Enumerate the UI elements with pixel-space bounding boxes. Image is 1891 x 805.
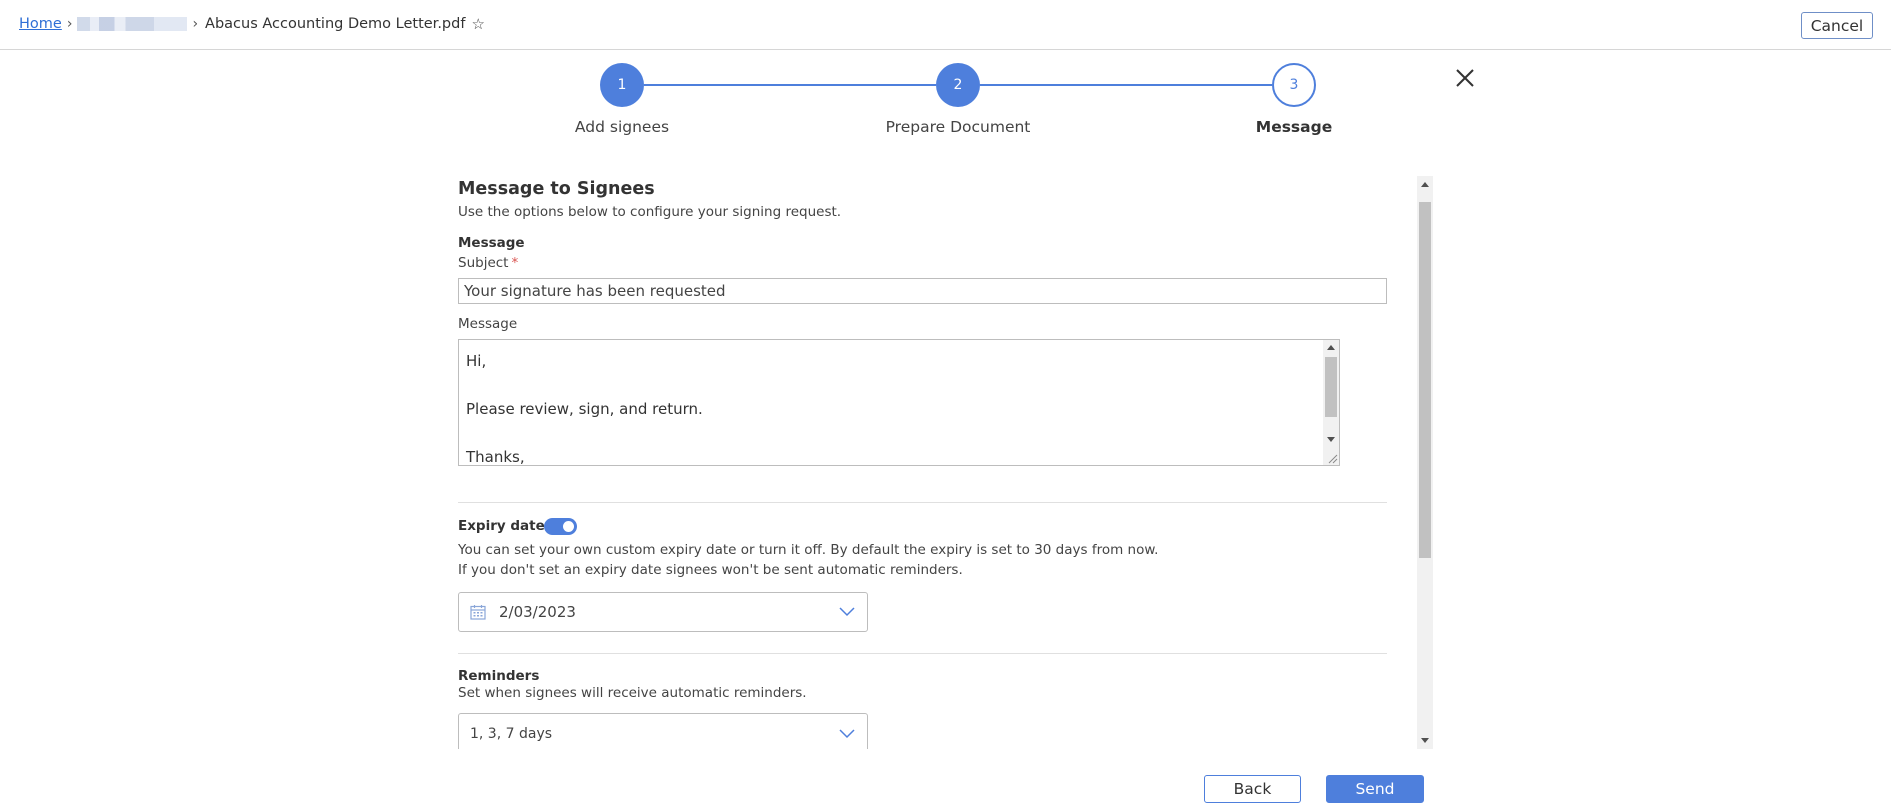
page-title: Message to Signees [458,179,655,199]
message-text: Hi, Please review, sign, and return. Tha… [466,349,703,466]
step-1-circle[interactable]: 1 [600,63,644,107]
chevron-down-icon [839,607,855,617]
scroll-up-icon[interactable] [1327,345,1335,350]
message-scrollbar[interactable] [1323,340,1339,465]
divider [458,653,1387,654]
subject-label-text: Subject [458,255,509,271]
panel-scroll-thumb[interactable] [1419,202,1431,558]
panel-scrollbar[interactable] [1417,176,1433,749]
message-line: Thanks, [466,448,525,466]
top-bar: Home › › Abacus Accounting Demo Letter.p… [0,0,1891,50]
message-label: Message [458,316,518,332]
page-subtitle: Use the options below to configure your … [458,204,842,220]
required-marker: * [511,255,519,271]
step-3-circle[interactable]: 3 [1272,63,1316,107]
divider [458,502,1387,503]
message-scroll-thumb[interactable] [1325,357,1337,417]
message-panel: Message to Signees Use the options below… [458,176,1434,749]
message-textarea[interactable]: Hi, Please review, sign, and return. Tha… [458,339,1340,466]
message-line [466,373,703,397]
reminders-label: Reminders [458,668,540,684]
star-icon[interactable]: ☆ [471,15,484,33]
step-2-circle[interactable]: 2 [936,63,980,107]
breadcrumb-home-link[interactable]: Home [19,16,62,32]
expiry-help-line-1: You can set your own custom expiry date … [458,542,1159,558]
cancel-button[interactable]: Cancel [1801,12,1873,39]
chevron-right-icon: › [192,16,199,32]
step-connector [980,84,1272,86]
expiry-date-picker[interactable]: 2/03/2023 [458,592,868,632]
step-3-label: Message [1255,118,1333,136]
message-section-label: Message [458,235,525,251]
step-2-label: Prepare Document [885,118,1031,136]
send-button[interactable]: Send [1326,775,1424,803]
expiry-date-label: Expiry date [458,518,545,534]
step-connector [644,84,936,86]
step-1-label: Add signees [574,118,670,136]
close-icon[interactable] [1454,67,1476,89]
expiry-toggle[interactable] [544,518,577,535]
message-line [466,421,703,445]
message-line: Please review, sign, and return. [466,400,703,418]
reminders-help: Set when signees will receive automatic … [458,685,807,701]
calendar-icon [470,605,486,620]
reminders-select[interactable]: 1, 3, 7 days [458,713,868,749]
chevron-down-icon [839,729,855,739]
toggle-knob [563,521,574,532]
resize-grip-icon[interactable] [1326,452,1338,464]
breadcrumb-folder-redacted[interactable] [77,17,188,31]
reminders-value: 1, 3, 7 days [470,726,553,742]
subject-label: Subject * [458,255,518,271]
scroll-up-icon[interactable] [1421,182,1429,187]
breadcrumb: Home › › Abacus Accounting Demo Letter.p… [19,15,485,33]
message-line: Hi, [466,352,487,370]
breadcrumb-file-name: Abacus Accounting Demo Letter.pdf [205,16,466,32]
subject-input[interactable]: Your signature has been requested [458,278,1387,304]
scroll-down-icon[interactable] [1327,437,1335,442]
expiry-help-line-2: If you don't set an expiry date signees … [458,562,963,578]
expiry-date-value: 2/03/2023 [499,603,576,621]
scroll-down-icon[interactable] [1421,738,1429,743]
chevron-right-icon: › [66,16,73,32]
back-button[interactable]: Back [1204,775,1301,803]
